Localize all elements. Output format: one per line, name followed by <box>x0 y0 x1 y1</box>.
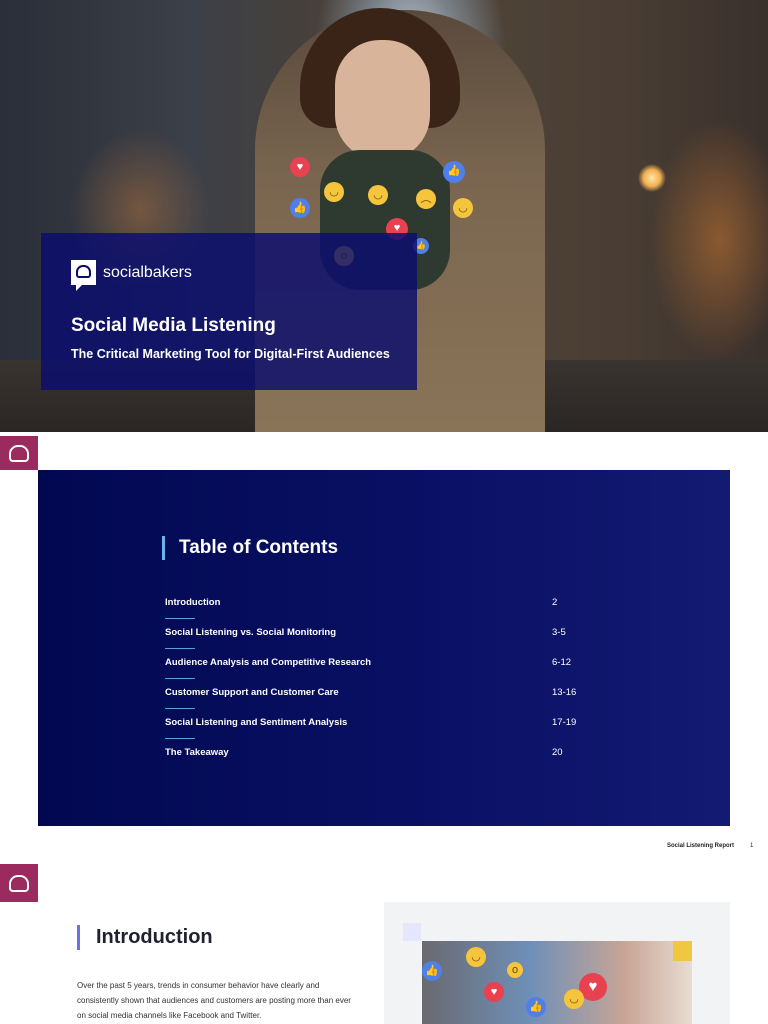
cover-title-box: socialbakers Social Media Listening The … <box>41 233 417 390</box>
toc-item[interactable]: Social Listening vs. Social Monitoring 3-… <box>165 627 615 638</box>
toc-item-pages: 3-5 <box>552 627 566 638</box>
divider <box>165 708 195 709</box>
toc-item[interactable]: Introduction 2 <box>165 597 615 608</box>
sad-emoji-icon: ︵ <box>416 189 436 209</box>
toc-item-pages: 6-12 <box>552 657 572 668</box>
toc-item-label: Social Listening and Sentiment Analysis <box>165 717 348 728</box>
laugh-emoji-icon: ◡ <box>564 989 584 1009</box>
toc-item-pages: 13-16 <box>552 687 577 698</box>
socialbakers-logo: socialbakers <box>71 260 192 291</box>
cover-title: Social Media Listening <box>71 315 276 336</box>
decorative-square <box>403 923 421 941</box>
heart-emoji-icon: ♥ <box>484 982 504 1002</box>
chef-hat-icon <box>0 436 38 470</box>
toc-item[interactable]: Customer Support and Customer Care 13-16 <box>165 687 615 698</box>
toc-item-label: Introduction <box>165 597 221 608</box>
chef-hat-icon <box>71 260 96 291</box>
intro-body: Over the past 5 years, trends in consume… <box>77 981 351 1020</box>
intro-photo: ◡ o ♥ ♥ ◡ 👍 👍 <box>422 941 692 1024</box>
decorative-square <box>673 941 692 961</box>
footer-report-name: Social Listening Report <box>667 843 735 849</box>
toc-item-label: Social Listening vs. Social Monitoring <box>165 627 337 638</box>
intro-title: Introduction <box>77 925 213 950</box>
wow-emoji-icon: o <box>507 962 523 978</box>
toc-item[interactable]: Social Listening and Sentiment Analysis 1… <box>165 717 615 728</box>
toc-item-label: Audience Analysis and Competitive Resear… <box>165 657 372 668</box>
divider <box>165 618 195 619</box>
laugh-emoji-icon: ◡ <box>453 198 473 218</box>
toc-item-pages: 2 <box>552 597 558 608</box>
heart-emoji-icon: ♥ <box>290 157 310 177</box>
divider <box>165 738 195 739</box>
toc-title: Table of Contents <box>162 536 338 560</box>
like-emoji-icon: 👍 <box>526 997 546 1017</box>
face <box>335 40 430 160</box>
divider <box>165 678 195 679</box>
smile-emoji-icon: ◡ <box>466 947 486 967</box>
brand-name: socialbakers <box>103 263 192 281</box>
like-emoji-icon: 👍 <box>443 161 465 183</box>
cover-subtitle: The Critical Marketing Tool for Digital-… <box>71 347 390 361</box>
table-of-contents: Table of Contents Introduction 2 Social L… <box>38 470 730 826</box>
toc-item-pages: 20 <box>552 747 563 758</box>
toc-item[interactable]: Audience Analysis and Competitive Resear… <box>165 657 615 668</box>
hug-emoji-icon: ◡ <box>368 185 388 205</box>
toc-item[interactable]: The Takeaway 20 <box>165 747 615 758</box>
toc-item-label: Customer Support and Customer Care <box>165 687 339 698</box>
toc-item-pages: 17-19 <box>552 717 577 728</box>
chef-hat-icon <box>0 864 38 902</box>
like-emoji-icon: 👍 <box>422 961 442 981</box>
toc-item-label: The Takeaway <box>165 747 229 758</box>
divider <box>165 648 195 649</box>
like-emoji-icon: 👍 <box>290 198 310 218</box>
page-number: 1 <box>750 843 754 849</box>
laugh-emoji-icon: ◡ <box>324 182 344 202</box>
